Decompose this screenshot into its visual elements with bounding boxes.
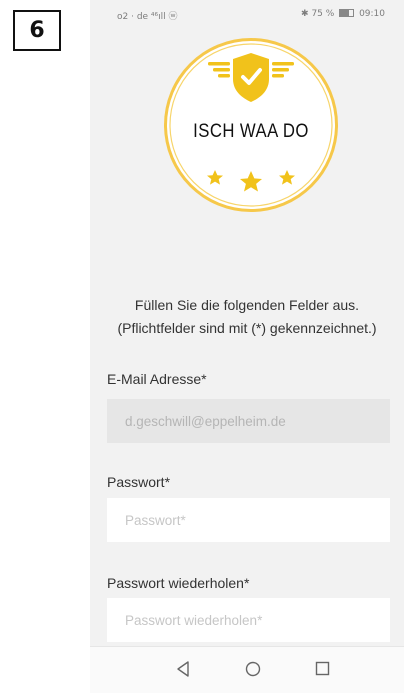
status-right: ✱ 75 % 09:10 [301,9,385,19]
app-logo: ISCH WAA DO [163,37,339,213]
recents-icon[interactable] [315,661,330,676]
system-nav-bar [90,646,404,693]
password-repeat-label: Passwort wiederholen* [107,575,250,591]
form-instructions: Füllen Sie die folgenden Felder aus. (Pf… [90,294,404,340]
password-label: Passwort* [107,474,171,490]
logo-text: ISCH WAA DO [193,121,309,142]
back-icon[interactable] [176,661,190,677]
battery-level: 75 % [311,9,335,19]
battery-icon [339,9,355,17]
password-field[interactable] [107,498,390,542]
email-label: E-Mail Adresse* [107,371,207,387]
clock: 09:10 [359,9,385,19]
instructions-line-2: (Pflichtfelder sind mit (*) gekennzeichn… [117,320,377,336]
home-icon[interactable] [245,661,261,677]
status-bar: o2 · de ⁴⁶ıll ⓦ ✱ 75 % 09:10 [90,0,404,30]
bluetooth-icon: ✱ [301,9,309,19]
email-field[interactable]: d.geschwill@eppelheim.de [107,399,390,443]
carrier-signal: o2 · de ⁴⁶ıll ⓦ [117,12,178,22]
step-number-badge: 6 [13,10,61,51]
phone-screen: o2 · de ⁴⁶ıll ⓦ ✱ 75 % 09:10 ISCH WAA DO… [90,0,404,693]
password-repeat-field[interactable] [107,598,390,642]
instructions-line-1: Füllen Sie die folgenden Felder aus. [134,297,360,313]
